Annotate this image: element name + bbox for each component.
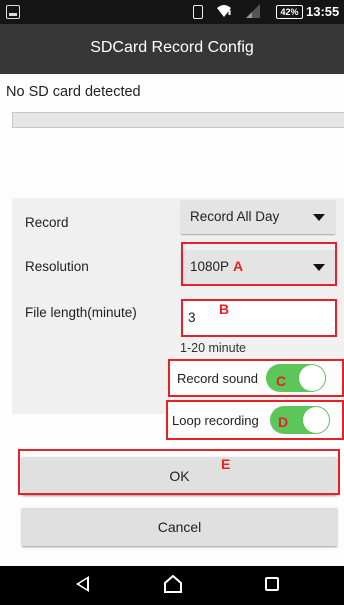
recents-icon[interactable]	[265, 577, 279, 591]
annotation-label-a: A	[233, 258, 244, 274]
annotation-label-c: C	[276, 373, 287, 389]
record-select-value: Record All Day	[190, 209, 280, 224]
sd-capacity-bar	[12, 112, 344, 128]
annotation-box-c	[168, 359, 344, 397]
annotation-box-d	[166, 400, 344, 440]
resolution-label: Resolution	[25, 259, 89, 274]
status-bar: 42% 13:55	[0, 0, 344, 24]
main-content: No SD card detected Record Record All Da…	[0, 74, 344, 566]
title-bar: SDCard Record Config	[0, 24, 344, 74]
annotation-box-e	[18, 449, 340, 495]
sd-card-icon	[6, 5, 20, 19]
battery-icon: 42%	[276, 5, 303, 19]
annotation-label-e: E	[221, 456, 231, 472]
dropdown-arrow-icon	[313, 214, 325, 221]
annotation-label-d: D	[278, 414, 289, 430]
annotation-box-b	[181, 299, 337, 337]
annotation-label-b: B	[219, 301, 230, 317]
record-label: Record	[25, 215, 69, 230]
wifi-icon	[217, 5, 231, 17]
home-icon[interactable]	[163, 575, 183, 593]
file-length-label: File length(minute)	[25, 305, 137, 320]
annotation-box-a	[181, 242, 337, 286]
file-length-hint: 1-20 minute	[180, 341, 247, 355]
cancel-button[interactable]: Cancel	[22, 508, 337, 546]
record-select[interactable]: Record All Day	[181, 200, 335, 234]
navigation-bar	[0, 566, 344, 605]
back-icon[interactable]	[76, 576, 89, 592]
vibrate-icon	[193, 5, 203, 19]
page-title: SDCard Record Config	[90, 39, 254, 56]
clock: 13:55	[306, 4, 340, 19]
sd-status-text: No SD card detected	[6, 84, 141, 100]
signal-icon	[246, 4, 260, 18]
